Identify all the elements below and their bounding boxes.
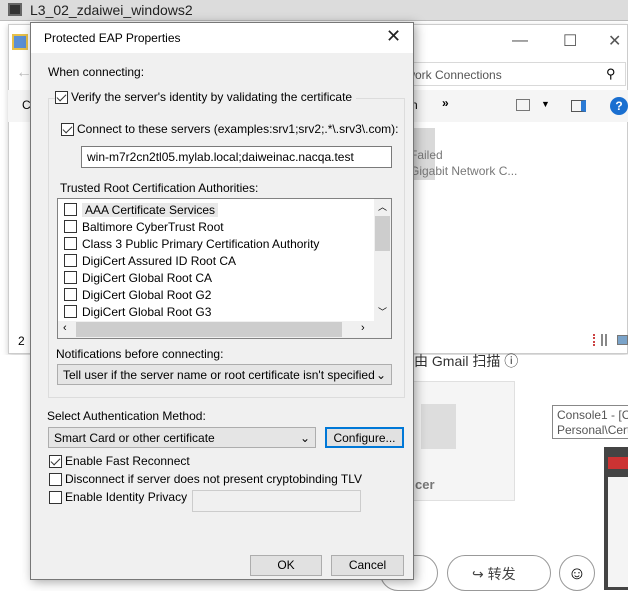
checkbox[interactable] [49, 490, 62, 504]
dialog-title-bar: Protected EAP Properties ✕ [31, 23, 413, 53]
adapter-status: Failed [410, 148, 443, 162]
cancel-button[interactable]: Cancel [331, 555, 404, 576]
identity-privacy-input[interactable] [192, 490, 361, 512]
scroll-right-icon[interactable]: › [361, 322, 365, 334]
verify-identity-checkbox[interactable]: Verify the server's identity by validati… [55, 90, 357, 104]
scroll-up-icon[interactable]: ︿ [378, 200, 387, 213]
details-view-icon[interactable] [593, 334, 607, 346]
checkbox[interactable] [49, 454, 62, 468]
notifications-select[interactable]: Tell user if the server name or root cer… [57, 364, 392, 385]
scroll-thumb[interactable] [375, 216, 390, 251]
checkbox[interactable] [64, 237, 77, 250]
checkbox[interactable] [64, 220, 77, 233]
ca-list-item[interactable]: Class 3 Public Primary Certification Aut… [64, 235, 319, 252]
host-title-bar: L3_02_zdaiwei_windows2 [0, 0, 628, 21]
dialog-close-button[interactable]: ✕ [386, 26, 401, 47]
hscroll-thumb[interactable] [76, 322, 342, 337]
identity-privacy-checkbox[interactable]: Enable Identity Privacy [49, 490, 187, 504]
console-thumbnail[interactable] [604, 447, 628, 590]
horizontal-scrollbar[interactable]: ‹ › [58, 321, 391, 338]
attachment-card[interactable]: cer [412, 381, 515, 501]
search-box[interactable]: twork Connections ⚲ [400, 62, 626, 86]
ca-list-item[interactable]: Baltimore CyberTrust Root [64, 218, 224, 235]
ca-list-item[interactable]: DigiCert Assured ID Root CA [64, 252, 236, 269]
view-options-icon[interactable] [516, 99, 530, 111]
more-commands-button[interactable]: » [442, 96, 449, 110]
trusted-ca-label: Trusted Root Certification Authorities: [60, 181, 259, 195]
taskbar-tooltip: Console1 - [C Personal\Cert [552, 405, 628, 439]
when-connecting-label: When connecting: [48, 65, 145, 79]
connect-servers-checkbox[interactable]: Connect to these servers (examples:srv1;… [61, 122, 398, 136]
adapter-name: Gigabit Network C... [410, 164, 518, 178]
chevron-down-icon: ⌄ [375, 367, 386, 382]
close-window-button[interactable]: ✕ [608, 31, 621, 51]
info-icon[interactable]: ⓘ [504, 353, 518, 369]
attachment-name: cer [415, 477, 435, 492]
host-title: L3_02_zdaiwei_windows2 [30, 2, 193, 18]
gmail-scan-notice: 已由 Gmail 扫描 ⓘ [400, 353, 519, 369]
configure-button[interactable]: Configure... [325, 427, 404, 448]
maximize-button[interactable]: ☐ [563, 31, 577, 51]
peap-properties-dialog: Protected EAP Properties ✕ When connecti… [30, 22, 414, 580]
checkbox[interactable] [64, 271, 77, 284]
checkbox[interactable] [64, 203, 77, 216]
checkbox[interactable] [64, 288, 77, 301]
cryptobinding-checkbox[interactable]: Disconnect if server does not present cr… [49, 472, 362, 486]
auth-method-select[interactable]: Smart Card or other certificate ⌄ [48, 427, 316, 448]
vm-icon [8, 3, 22, 16]
trusted-ca-list[interactable]: AAA Certificate Services Baltimore Cyber… [57, 198, 392, 339]
preview-pane-icon[interactable] [571, 100, 586, 112]
notifications-label: Notifications before connecting: [56, 347, 224, 361]
dropdown-icon[interactable]: ▼ [541, 99, 550, 109]
checkbox[interactable] [49, 472, 62, 486]
checkbox[interactable] [64, 305, 77, 318]
ca-list-item[interactable]: DigiCert Global Root G2 [64, 286, 211, 303]
checkbox[interactable] [64, 254, 77, 267]
search-icon: ⚲ [606, 66, 616, 81]
forward-button[interactable]: ↪ 转发 [447, 555, 551, 591]
auth-method-label: Select Authentication Method: [47, 409, 206, 423]
vertical-scrollbar[interactable]: ︿ ﹀ [374, 199, 391, 321]
ok-button[interactable]: OK [250, 555, 322, 576]
checkbox[interactable] [55, 90, 68, 104]
ca-list-item[interactable]: AAA Certificate Services [64, 201, 219, 218]
network-icon [12, 34, 28, 50]
scroll-down-icon[interactable]: ﹀ [378, 305, 387, 318]
chevron-down-icon: ⌄ [299, 430, 310, 445]
help-icon[interactable]: ? [610, 97, 628, 115]
scroll-left-icon[interactable]: ‹ [63, 322, 67, 334]
ca-list-item[interactable]: DigiCert Global Root CA [64, 269, 212, 286]
dialog-title: Protected EAP Properties [44, 31, 181, 45]
minimize-button[interactable]: — [512, 32, 528, 50]
item-count: 2 [18, 334, 25, 348]
emoji-button[interactable]: ☺ [559, 555, 595, 591]
fast-reconnect-checkbox[interactable]: Enable Fast Reconnect [49, 454, 190, 468]
ca-list-item[interactable]: DigiCert Global Root G3 [64, 303, 211, 320]
checkbox[interactable] [61, 122, 74, 136]
file-icon [421, 404, 456, 449]
large-icons-view-icon[interactable] [617, 335, 628, 345]
servers-input[interactable]: win-m7r2cn2tl05.mylab.local;daiweinac.na… [81, 146, 392, 168]
